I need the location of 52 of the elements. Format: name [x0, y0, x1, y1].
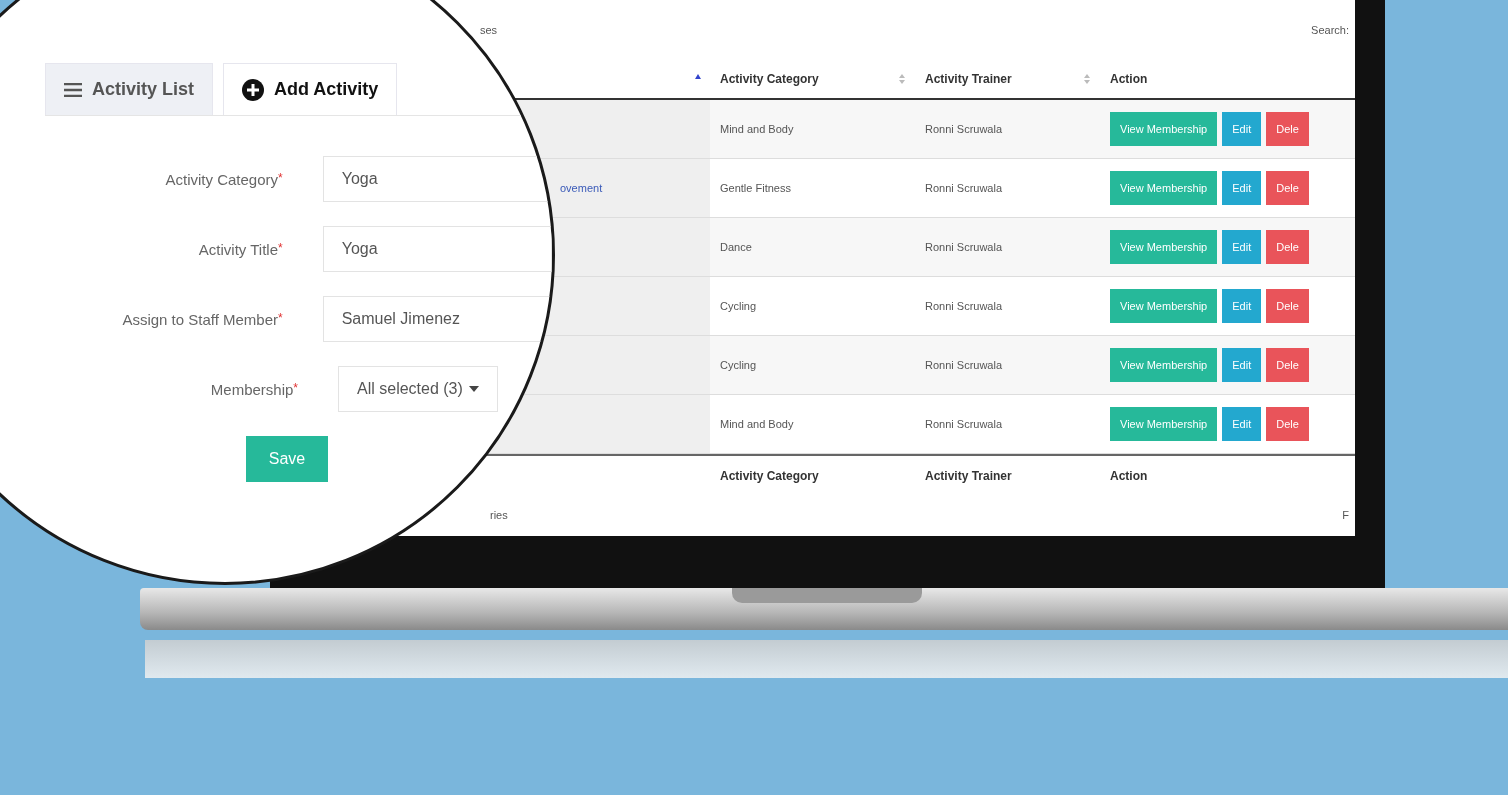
input-field[interactable]: Samuel Jimenez: [322, 296, 552, 342]
delete-button[interactable]: Dele: [1266, 289, 1309, 323]
membership-dropdown[interactable]: All selected (3): [338, 366, 498, 412]
table-cell: Ronni Scruwala: [915, 336, 1100, 395]
required-mark: *: [293, 380, 298, 395]
column-footer: Action: [1110, 469, 1148, 483]
edit-button[interactable]: Edit: [1222, 407, 1262, 441]
tab[interactable]: Activity List: [45, 63, 214, 115]
heading-text: ses: [480, 24, 498, 36]
delete-button[interactable]: Dele: [1266, 230, 1309, 264]
field-label: Membership: [210, 380, 294, 398]
table-cell: Ronni Scruwala: [915, 218, 1100, 277]
menu-icon: [64, 82, 82, 97]
field-label: Activity Title: [198, 240, 278, 258]
required-mark: *: [278, 170, 283, 185]
column-header[interactable]: Activity Trainer: [925, 72, 1012, 86]
column-header[interactable]: Activity Category: [720, 72, 819, 86]
column-footer: Activity Category: [720, 469, 819, 483]
view-membership-button[interactable]: View Membership: [1110, 289, 1218, 323]
table-cell: Ronni Scruwala: [915, 100, 1100, 159]
view-membership-button[interactable]: View Membership: [1110, 230, 1218, 264]
table-cell: Dance: [710, 218, 915, 277]
delete-button[interactable]: Dele: [1266, 171, 1309, 205]
save-button[interactable]: Save: [246, 436, 328, 482]
field-label: Assign to Staff Member: [122, 310, 278, 328]
view-membership-button[interactable]: View Membership: [1110, 112, 1218, 146]
entries-info: ries: [490, 509, 508, 521]
edit-button[interactable]: Edit: [1222, 348, 1262, 382]
tab[interactable]: Add Activity: [223, 63, 398, 115]
edit-button[interactable]: Edit: [1222, 171, 1262, 205]
input-field[interactable]: Yoga: [322, 226, 552, 272]
edit-button[interactable]: Edit: [1222, 230, 1262, 264]
edit-button[interactable]: Edit: [1222, 289, 1262, 323]
required-mark: *: [278, 240, 283, 255]
edit-button[interactable]: Edit: [1222, 112, 1262, 146]
caret-icon: [468, 386, 479, 392]
view-membership-button[interactable]: View Membership: [1110, 171, 1218, 205]
delete-button[interactable]: Dele: [1266, 407, 1309, 441]
delete-button[interactable]: Dele: [1266, 348, 1309, 382]
table-cell: Mind and Body: [710, 100, 915, 159]
table-cell: Cycling: [710, 336, 915, 395]
search-label: Search:: [1311, 24, 1349, 36]
view-membership-button[interactable]: View Membership: [1110, 407, 1218, 441]
field-label: Activity Category: [165, 170, 278, 188]
required-mark: *: [278, 310, 283, 325]
column-header[interactable]: Action: [1110, 72, 1148, 86]
view-membership-button[interactable]: View Membership: [1110, 348, 1218, 382]
plus-circle-icon: [242, 78, 265, 101]
table-link[interactable]: ovement: [560, 182, 603, 194]
column-footer: Activity Trainer: [925, 469, 1012, 483]
pagination-text[interactable]: F: [1342, 509, 1349, 521]
delete-button[interactable]: Dele: [1266, 112, 1309, 146]
